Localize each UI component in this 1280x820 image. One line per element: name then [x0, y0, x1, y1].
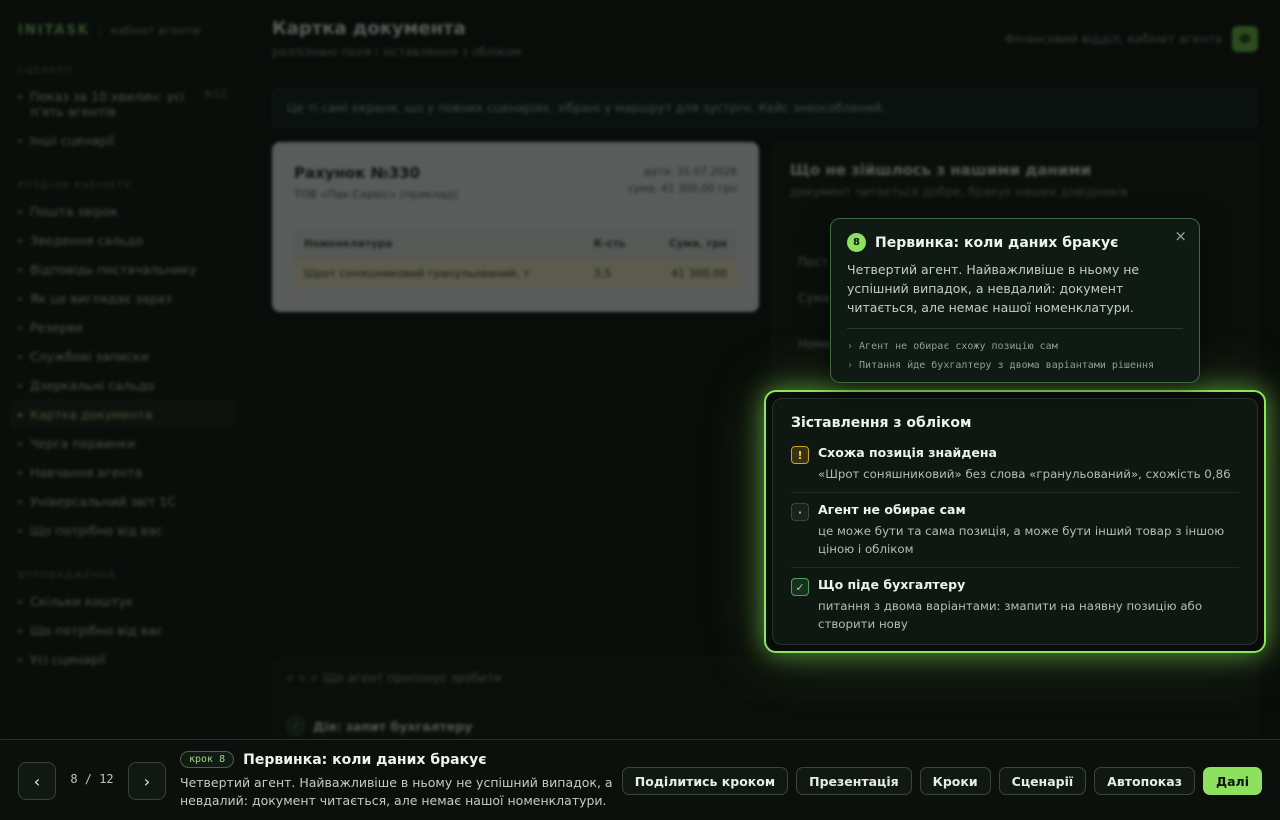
match-item: ✓ Що піде бухгалтеру питання з двома варіа… [791, 577, 1239, 642]
tooltip-bullet: › Агент не обирає схожу позицію сам [847, 337, 1183, 356]
match-content: Схожа позиція знайдена «Шрот соняшниковий… [818, 445, 1231, 483]
match-content: Агент не обирає сам це може бути та сама … [818, 502, 1239, 558]
tooltip-body: Четвертий агент. Найважливіше в ньому не… [847, 262, 1140, 315]
match-item: · Агент не обирає сам це може бути та сама… [791, 502, 1239, 568]
step-label-badge: крок 8 [180, 751, 235, 768]
match-title: Що піде бухгалтеру [818, 577, 966, 592]
tour-tooltip: 8 Первинка: коли даних бракує × Четверти… [830, 218, 1200, 383]
match-description: «Шрот соняшниковий» без слова «гранульов… [818, 467, 1231, 481]
next-step-arrow-button[interactable]: › [128, 762, 166, 800]
bullet-text: Питання йде бухгалтеру з двома варіантам… [859, 360, 1155, 371]
bullet-text: Агент не обирає схожу позицію сам [859, 341, 1058, 352]
footer-step-heading: крок 8 Первинка: коли даних бракує [180, 751, 487, 768]
warning-icon: ! [791, 446, 809, 464]
match-title: Агент не обирає сам [818, 502, 966, 517]
match-content: Що піде бухгалтеру питання з двома варіан… [818, 577, 1239, 633]
autoplay-button[interactable]: Автопоказ [1094, 767, 1195, 795]
tooltip-title: Первинка: коли даних бракує [875, 234, 1119, 251]
footer-step-title: Первинка: коли даних бракує [243, 751, 487, 768]
check-icon: ✓ [791, 578, 809, 596]
step-counter: 8 / 12 [70, 772, 114, 786]
footer-step-description: Четвертий агент. Найважливіше в ньому не… [180, 775, 613, 808]
share-step-button[interactable]: Поділитись кроком [621, 767, 789, 795]
presentation-button[interactable]: Презентація [796, 767, 912, 795]
prev-step-button[interactable]: ‹ [18, 762, 56, 800]
scenarios-button[interactable]: Сценарії [998, 767, 1087, 795]
tooltip-header: 8 Первинка: коли даних бракує [847, 233, 1183, 252]
step-badge: 8 [847, 233, 866, 252]
chevron-right-icon: › [847, 360, 854, 371]
steps-button[interactable]: Кроки [919, 767, 991, 795]
ledger-match-card: Зіставлення з обліком ! Схожа позиція зна… [772, 398, 1258, 645]
divider [847, 328, 1183, 329]
ledger-match-title: Зіставлення з обліком [791, 415, 972, 431]
match-list: ! Схожа позиція знайдена «Шрот соняшникови… [791, 445, 1239, 642]
match-description: питання з двома варіантами: змапити на н… [818, 599, 1203, 631]
tooltip-bullet: › Питання йде бухгалтеру з двома варіанта… [847, 356, 1183, 375]
dot-icon: · [791, 503, 809, 521]
match-item: ! Схожа позиція знайдена «Шрот соняшникови… [791, 445, 1239, 493]
match-description: це може бути та сама позиція, а може бут… [818, 524, 1225, 556]
tour-footer: ‹ 8 / 12 › крок 8 Первинка: коли даних б… [0, 739, 1280, 820]
match-title: Схожа позиція знайдена [818, 445, 997, 460]
next-button[interactable]: Далі [1202, 767, 1262, 795]
close-icon[interactable]: × [1174, 227, 1187, 245]
app-root: INITASK кабінет агентів СЦЕНАРІЇ Показ за… [0, 0, 1280, 820]
footer-actions: Поділитись кроком Презентація Кроки Сцен… [621, 767, 1262, 795]
chevron-right-icon: › [847, 341, 854, 352]
